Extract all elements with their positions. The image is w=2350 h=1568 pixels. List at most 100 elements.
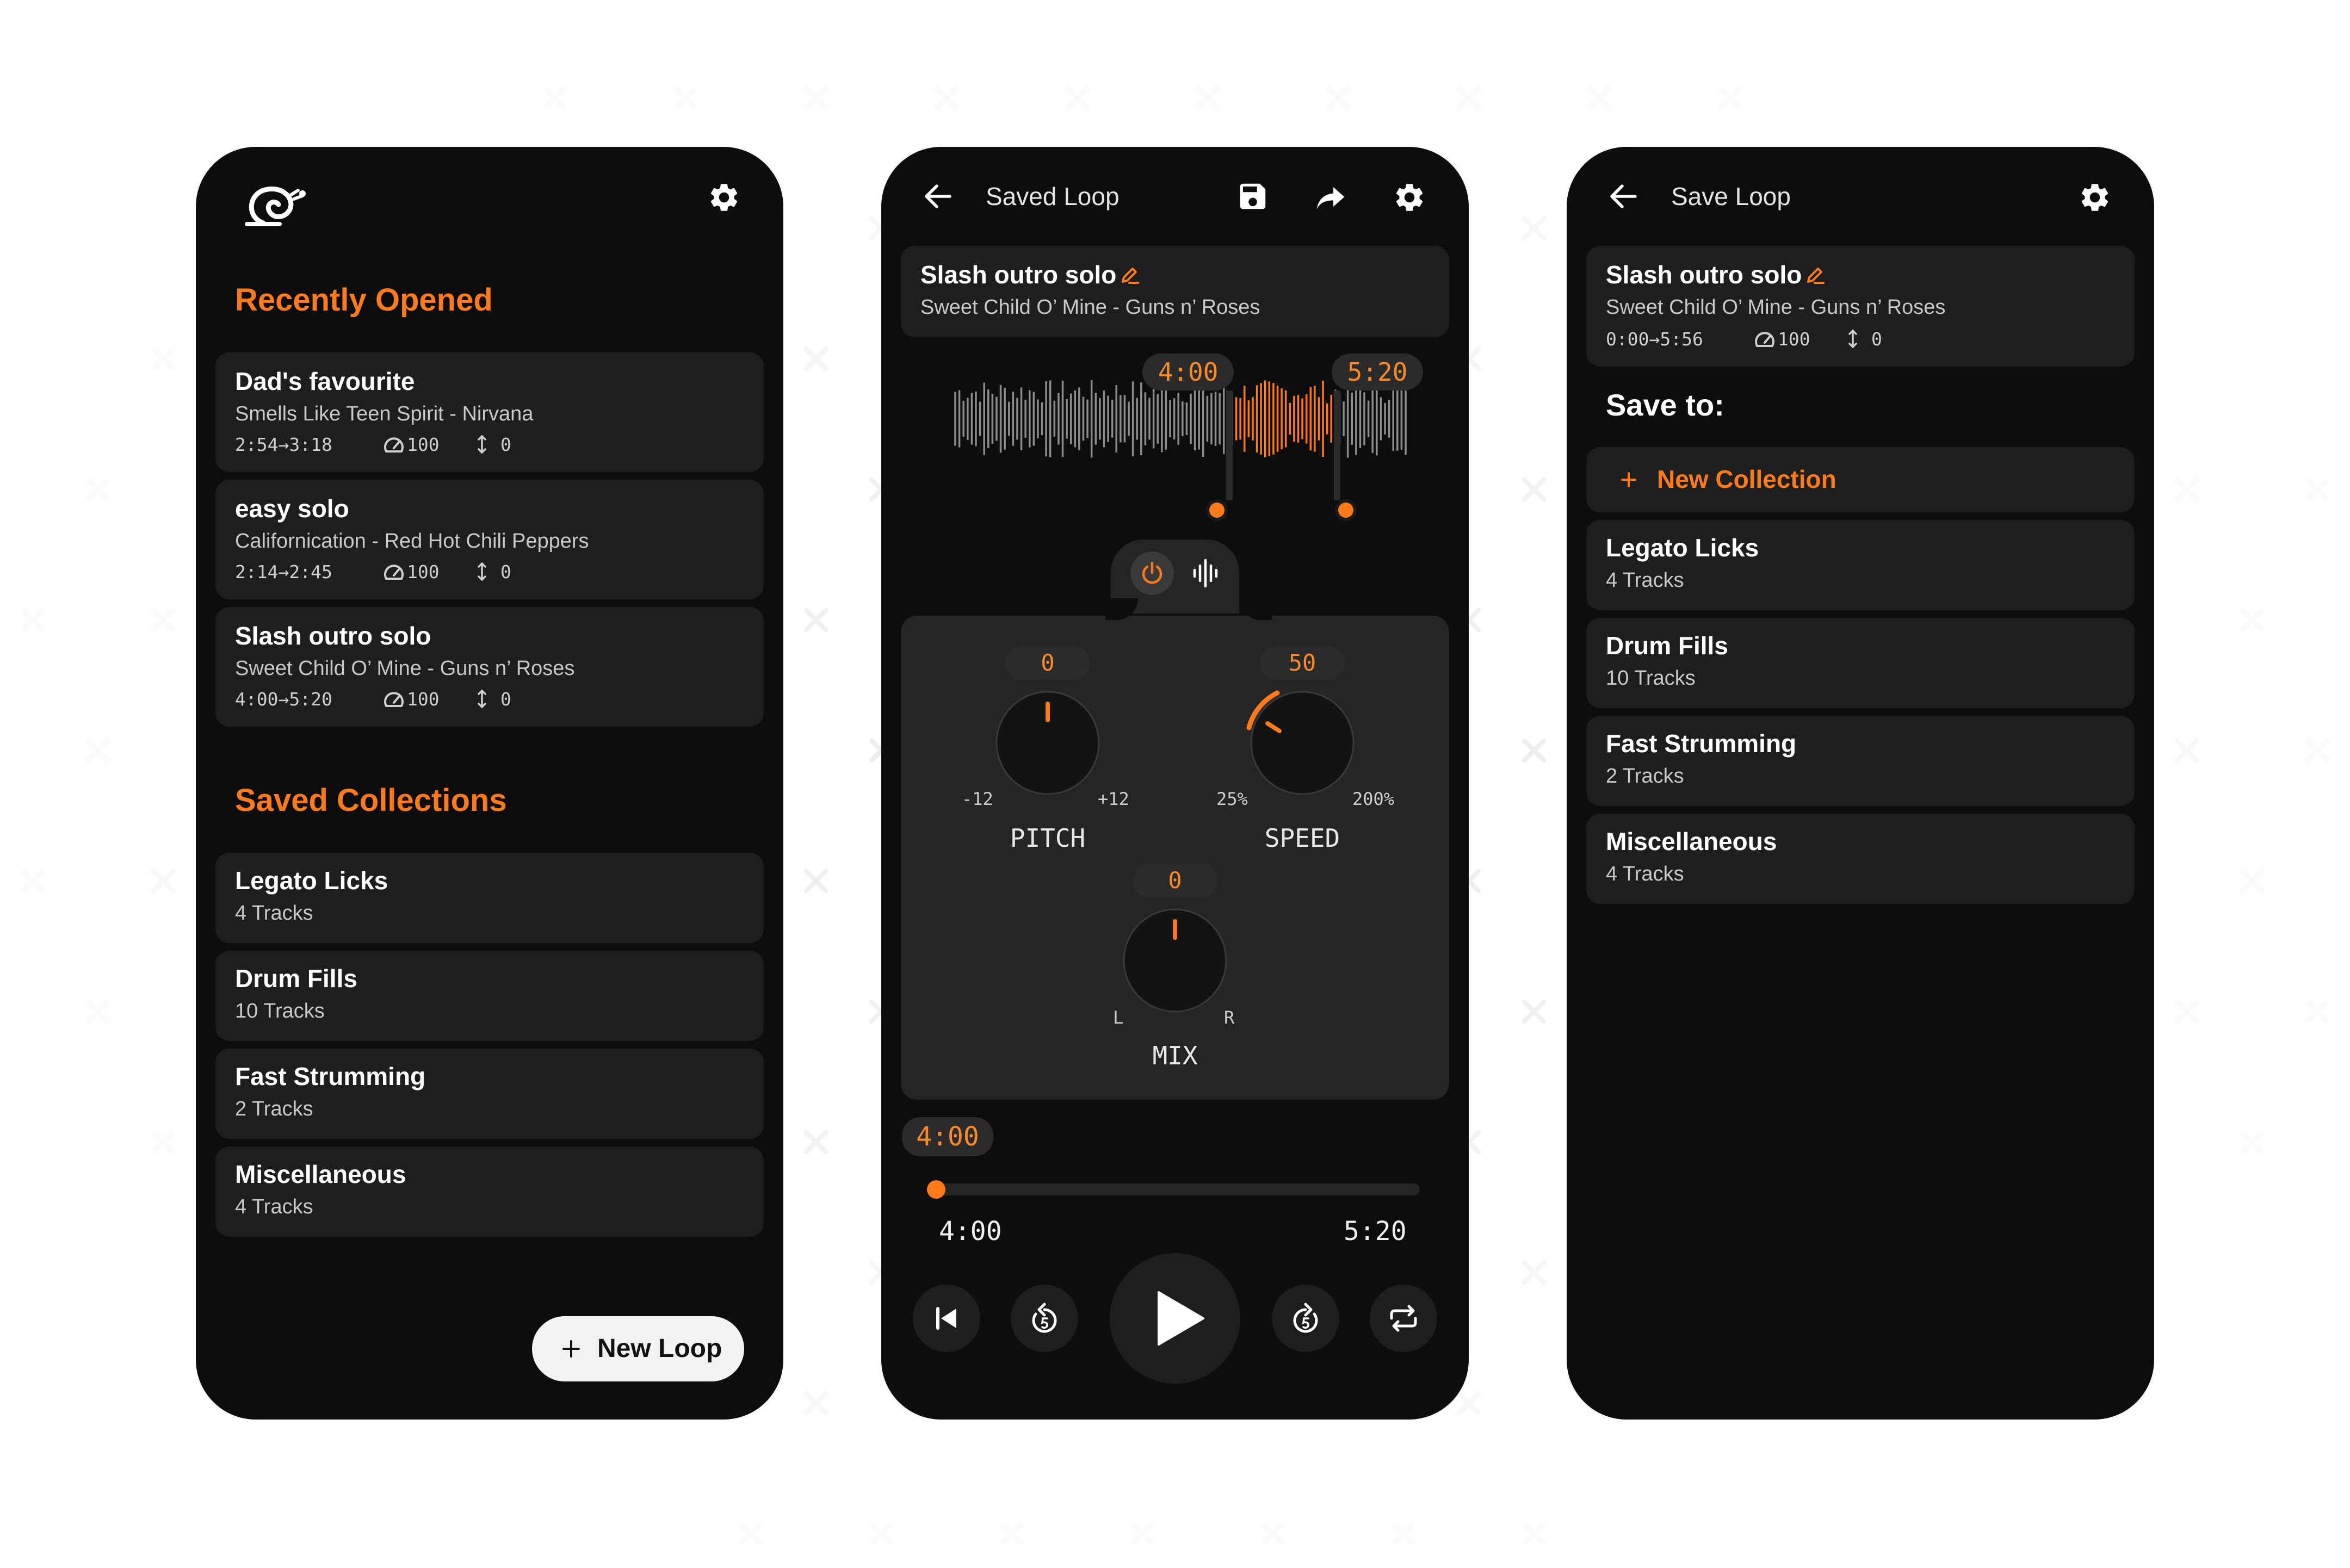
repeat-button[interactable]	[1370, 1285, 1437, 1352]
new-collection-label: New Collection	[1657, 465, 1836, 493]
recently-opened-heading: Recently Opened	[235, 282, 493, 318]
forward-button[interactable]	[1272, 1285, 1339, 1352]
loop-title: Slash outro solo	[235, 622, 431, 650]
progress-thumb[interactable]	[927, 1180, 945, 1199]
mix-value: 0	[1133, 864, 1217, 897]
new-loop-button[interactable]: New Loop	[532, 1316, 744, 1381]
loop-speed: 100	[407, 434, 440, 455]
loop-info-card: Slash outro solo Sweet Child O’ Mine - G…	[1586, 246, 2135, 367]
collection-count: 10 Tracks	[235, 1000, 325, 1022]
loop-subtitle: Sweet Child O’ Mine - Guns n’ Roses	[235, 657, 575, 680]
plus-icon	[562, 1340, 580, 1358]
power-icon	[1142, 561, 1162, 584]
save-loop-screen: Save Loop Slash outro solo Sweet Child O…	[1567, 147, 2154, 1420]
speed-knob[interactable]	[1245, 685, 1360, 801]
speed-label: SPEED	[1264, 823, 1340, 853]
edit-icon[interactable]	[1804, 264, 1826, 286]
recent-loop-card[interactable]: Slash outro solo Sweet Child O’ Mine - G…	[215, 607, 764, 727]
pitch-knob[interactable]	[990, 685, 1105, 801]
speed-max: 200%	[1352, 789, 1395, 809]
mix-left: L	[1113, 1007, 1124, 1028]
loop-range: 2:14→2:45	[235, 561, 332, 582]
loop-range: 0:00→5:56	[1606, 329, 1703, 350]
recent-loop-card[interactable]: easy solo Californication - Red Hot Chil…	[215, 480, 764, 599]
gear-icon[interactable]	[2078, 181, 2112, 214]
collection-card[interactable]: Fast Strumming 2 Tracks	[1586, 716, 2135, 806]
back-arrow-icon[interactable]	[1608, 183, 1638, 210]
power-toggle[interactable]	[1130, 551, 1174, 595]
loop-pitch: 0	[500, 434, 511, 455]
loop-subtitle: Sweet Child O’ Mine - Guns n’ Roses	[1606, 296, 1946, 319]
player-screen: Saved Loop Slash outro solo Sweet Child …	[881, 147, 1469, 1420]
collection-name: Drum Fills	[235, 964, 357, 993]
new-collection-button[interactable]: New Collection	[1586, 447, 2135, 512]
position-badge: 4:00	[902, 1117, 993, 1156]
loop-range: 2:54→3:18	[235, 434, 332, 455]
collection-count: 2 Tracks	[235, 1098, 313, 1120]
gear-icon[interactable]	[707, 181, 741, 214]
speed-gauge-icon	[384, 565, 404, 580]
loop-title: Slash outro solo	[1606, 261, 1802, 289]
collection-card[interactable]: Miscellaneous 4 Tracks	[215, 1146, 764, 1237]
loop-subtitle: Californication - Red Hot Chili Peppers	[235, 530, 589, 553]
progress-track[interactable]	[930, 1183, 1420, 1195]
collection-count: 4 Tracks	[1606, 863, 1684, 885]
position-end: 5:20	[1344, 1216, 1407, 1247]
skip-previous-icon	[936, 1307, 956, 1330]
loop-pitch: 0	[500, 561, 511, 582]
loop-speed: 100	[1778, 329, 1810, 350]
repeat-icon	[1390, 1305, 1417, 1332]
loop-title: easy solo	[235, 494, 349, 523]
saved-collections-heading: Saved Collections	[235, 783, 507, 818]
collection-count: 2 Tracks	[1606, 765, 1684, 788]
mix-label: MIX	[1152, 1041, 1198, 1070]
pitch-arrows-icon	[478, 562, 486, 581]
collection-card[interactable]: Legato Licks 4 Tracks	[215, 853, 764, 943]
pitch-max: +12	[1098, 789, 1129, 809]
recent-loop-card[interactable]: Dad's favourite Smells Like Teen Spirit …	[215, 352, 764, 472]
waveform-view-icon[interactable]	[1190, 558, 1223, 588]
rewind-5-icon	[1032, 1303, 1057, 1333]
page-title: Save Loop	[1671, 182, 1791, 210]
collection-name: Fast Strumming	[1606, 729, 1797, 758]
speed-gauge-icon	[384, 692, 404, 707]
mix-right: R	[1224, 1007, 1235, 1028]
pitch-arrows-icon	[1848, 329, 1857, 349]
pitch-value: 0	[1005, 646, 1090, 680]
loop-pitch: 0	[1871, 329, 1882, 350]
loop-speed: 100	[407, 689, 440, 710]
loop-pitch: 0	[500, 689, 511, 710]
snail-logo-icon	[245, 186, 306, 226]
speed-gauge-icon	[384, 437, 404, 453]
pitch-min: -12	[962, 789, 993, 809]
previous-button[interactable]	[913, 1285, 980, 1352]
collection-card[interactable]: Miscellaneous 4 Tracks	[1586, 814, 2135, 904]
effects-panel	[901, 616, 1449, 1100]
collection-count: 4 Tracks	[235, 902, 313, 925]
loop-range: 4:00→5:20	[235, 689, 332, 710]
loop-title: Dad's favourite	[235, 367, 415, 395]
collection-card[interactable]: Drum Fills 10 Tracks	[215, 951, 764, 1041]
speed-min: 25%	[1216, 789, 1248, 809]
pitch-arrows-icon	[478, 435, 486, 454]
collection-name: Miscellaneous	[1606, 827, 1777, 856]
collection-card[interactable]: Fast Strumming 2 Tracks	[215, 1049, 764, 1139]
play-icon	[1158, 1291, 1204, 1346]
collection-count: 10 Tracks	[1606, 667, 1696, 690]
collection-name: Fast Strumming	[235, 1062, 426, 1090]
forward-5-icon	[1293, 1303, 1318, 1333]
collection-count: 4 Tracks	[1606, 569, 1684, 592]
loop-speed: 100	[407, 561, 440, 582]
collection-name: Drum Fills	[1606, 631, 1728, 660]
plus-icon	[1621, 472, 1636, 487]
play-button[interactable]	[1110, 1253, 1240, 1384]
speed-value: 50	[1260, 646, 1345, 680]
home-screen: Recently Opened Dad's favourite Smells L…	[196, 147, 783, 1420]
position-start: 4:00	[939, 1216, 1002, 1247]
collection-name: Legato Licks	[1606, 534, 1759, 562]
mix-knob[interactable]	[1117, 903, 1233, 1018]
collection-count: 4 Tracks	[235, 1195, 313, 1218]
rewind-button[interactable]	[1011, 1285, 1078, 1352]
collection-card[interactable]: Drum Fills 10 Tracks	[1586, 618, 2135, 708]
collection-card[interactable]: Legato Licks 4 Tracks	[1586, 520, 2135, 610]
